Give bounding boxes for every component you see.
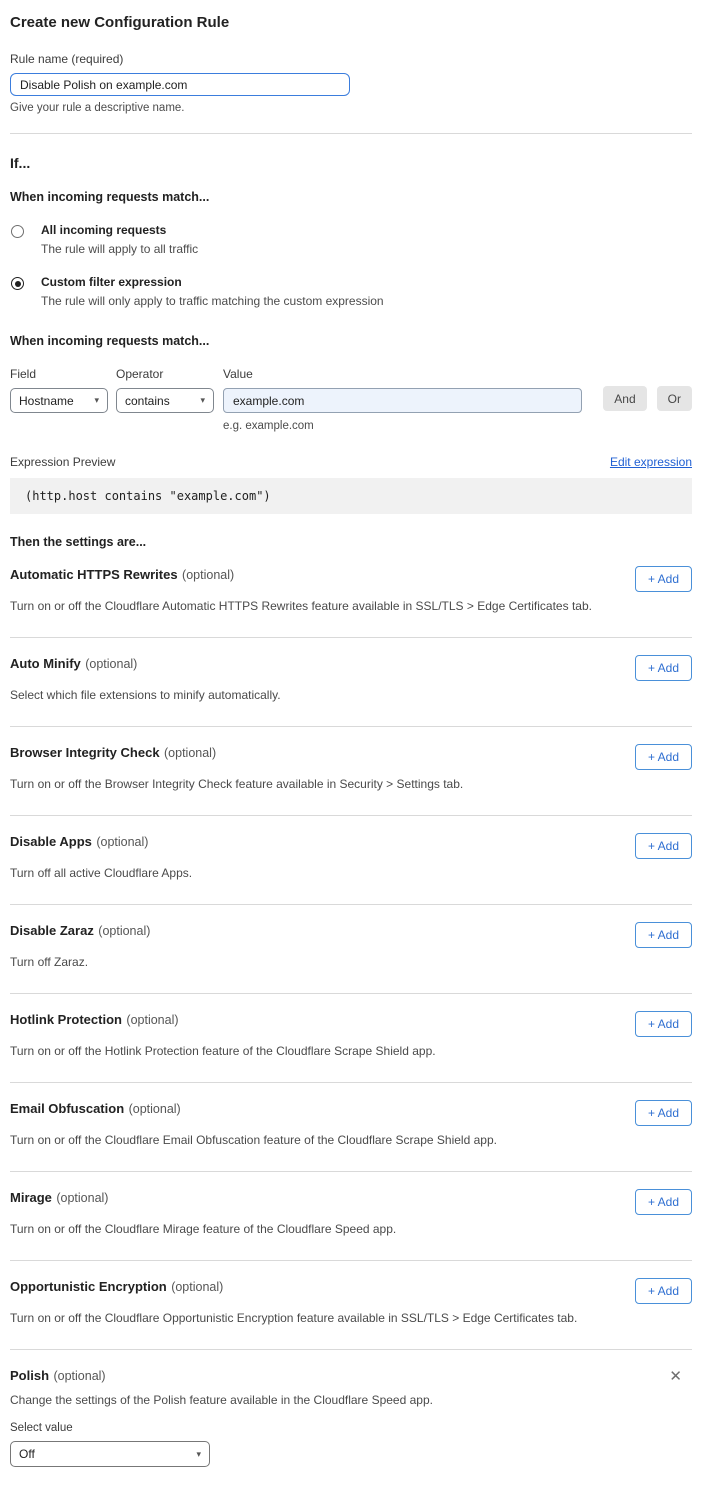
polish-select-value: Off [19, 1447, 35, 1461]
add-setting-button[interactable]: + Add [635, 655, 692, 681]
rule-name-input[interactable] [10, 73, 350, 96]
add-setting-button[interactable]: + Add [635, 1011, 692, 1037]
radio-all-incoming-requests[interactable]: All incoming requests The rule will appl… [10, 223, 692, 256]
setting-description: Turn on or off the Browser Integrity Che… [10, 777, 692, 791]
expression-builder-row: Field Hostname ▾ Operator contains ▾ Val… [10, 367, 692, 432]
add-setting-button[interactable]: + Add [635, 1100, 692, 1126]
radio-label: All incoming requests [41, 223, 198, 237]
expression-builder-heading: When incoming requests match... [10, 334, 692, 348]
field-select-value: Hostname [19, 394, 74, 408]
chevron-down-icon: ▾ [94, 396, 99, 405]
expression-preview-label: Expression Preview [10, 455, 115, 469]
value-label: Value [223, 367, 582, 381]
radio-description: The rule will only apply to traffic matc… [41, 294, 384, 308]
setting-name: Automatic HTTPS Rewrites [10, 567, 178, 582]
setting-row: Disable Apps (optional) + Add Turn off a… [10, 816, 692, 904]
settings-list: Automatic HTTPS Rewrites (optional) + Ad… [10, 549, 692, 1350]
setting-row: Mirage (optional) + Add Turn on or off t… [10, 1172, 692, 1260]
setting-row: Automatic HTTPS Rewrites (optional) + Ad… [10, 549, 692, 637]
setting-description: Turn off all active Cloudflare Apps. [10, 866, 692, 880]
add-setting-button[interactable]: + Add [635, 744, 692, 770]
setting-description: Turn on or off the Cloudflare Email Obfu… [10, 1133, 692, 1147]
setting-optional-tag: (optional) [126, 1013, 178, 1027]
setting-optional-tag: (optional) [98, 924, 150, 938]
polish-value-select[interactable]: Off ▾ [10, 1441, 210, 1467]
operator-label: Operator [116, 367, 214, 381]
setting-optional-tag: (optional) [171, 1280, 223, 1294]
polish-setting-row: Polish (optional) ✕ Change the settings … [10, 1350, 692, 1491]
radio-button-icon[interactable] [11, 225, 24, 238]
setting-name: Mirage [10, 1190, 52, 1205]
close-icon[interactable]: ✕ [665, 1367, 686, 1386]
radio-description: The rule will apply to all traffic [41, 242, 198, 256]
radio-custom-filter-expression[interactable]: Custom filter expression The rule will o… [10, 275, 692, 308]
add-setting-button[interactable]: + Add [635, 1189, 692, 1215]
field-select[interactable]: Hostname ▾ [10, 388, 108, 413]
operator-select[interactable]: contains ▾ [116, 388, 214, 413]
setting-row: Browser Integrity Check (optional) + Add… [10, 727, 692, 815]
radio-button-icon-checked[interactable] [11, 277, 24, 290]
setting-optional-tag: (optional) [56, 1191, 108, 1205]
setting-row: Auto Minify (optional) + Add Select whic… [10, 638, 692, 726]
setting-name: Browser Integrity Check [10, 745, 160, 760]
section-divider [10, 133, 692, 134]
chevron-down-icon: ▾ [200, 396, 205, 405]
setting-description: Turn on or off the Hotlink Protection fe… [10, 1044, 692, 1058]
add-setting-button[interactable]: + Add [635, 566, 692, 592]
setting-row: Disable Zaraz (optional) + Add Turn off … [10, 905, 692, 993]
or-button[interactable]: Or [657, 386, 692, 411]
setting-optional-tag: (optional) [164, 746, 216, 760]
setting-optional-tag: (optional) [53, 1369, 105, 1383]
create-configuration-rule-page: Create new Configuration Rule Rule name … [0, 0, 705, 1511]
setting-optional-tag: (optional) [182, 568, 234, 582]
expression-preview-header: Expression Preview Edit expression [10, 455, 692, 469]
radio-label: Custom filter expression [41, 275, 384, 289]
if-heading: If... [10, 155, 692, 171]
setting-description: Turn on or off the Cloudflare Mirage fea… [10, 1222, 692, 1236]
setting-optional-tag: (optional) [129, 1102, 181, 1116]
setting-name: Opportunistic Encryption [10, 1279, 167, 1294]
setting-name: Hotlink Protection [10, 1012, 122, 1027]
setting-description: Change the settings of the Polish featur… [10, 1393, 692, 1407]
add-setting-button[interactable]: + Add [635, 1278, 692, 1304]
value-helper: e.g. example.com [223, 420, 582, 432]
setting-optional-tag: (optional) [96, 835, 148, 849]
setting-name: Auto Minify [10, 656, 81, 671]
and-button[interactable]: And [603, 386, 646, 411]
value-input[interactable] [223, 388, 582, 413]
setting-name: Email Obfuscation [10, 1101, 124, 1116]
edit-expression-link[interactable]: Edit expression [610, 455, 692, 469]
then-settings-heading: Then the settings are... [10, 535, 692, 549]
expression-preview-code: (http.host contains "example.com") [10, 478, 692, 514]
setting-description: Turn on or off the Cloudflare Opportunis… [10, 1311, 692, 1325]
setting-name: Polish [10, 1368, 49, 1383]
add-setting-button[interactable]: + Add [635, 922, 692, 948]
page-title: Create new Configuration Rule [10, 14, 692, 31]
add-setting-button[interactable]: + Add [635, 833, 692, 859]
incoming-requests-match-heading: When incoming requests match... [10, 190, 692, 204]
operator-select-value: contains [125, 394, 170, 408]
setting-optional-tag: (optional) [85, 657, 137, 671]
select-value-label: Select value [10, 1422, 692, 1434]
setting-row: Opportunistic Encryption (optional) + Ad… [10, 1261, 692, 1349]
rule-name-label: Rule name (required) [10, 52, 692, 66]
setting-description: Select which file extensions to minify a… [10, 688, 692, 702]
setting-description: Turn off Zaraz. [10, 955, 692, 969]
setting-description: Turn on or off the Cloudflare Automatic … [10, 599, 692, 613]
chevron-down-icon: ▾ [196, 1450, 201, 1459]
field-label: Field [10, 367, 108, 381]
rule-name-helper: Give your rule a descriptive name. [10, 102, 692, 114]
setting-row: Hotlink Protection (optional) + Add Turn… [10, 994, 692, 1082]
setting-row: Email Obfuscation (optional) + Add Turn … [10, 1083, 692, 1171]
setting-name: Disable Apps [10, 834, 92, 849]
setting-name: Disable Zaraz [10, 923, 94, 938]
rule-name-group: Rule name (required) Give your rule a de… [10, 52, 692, 114]
